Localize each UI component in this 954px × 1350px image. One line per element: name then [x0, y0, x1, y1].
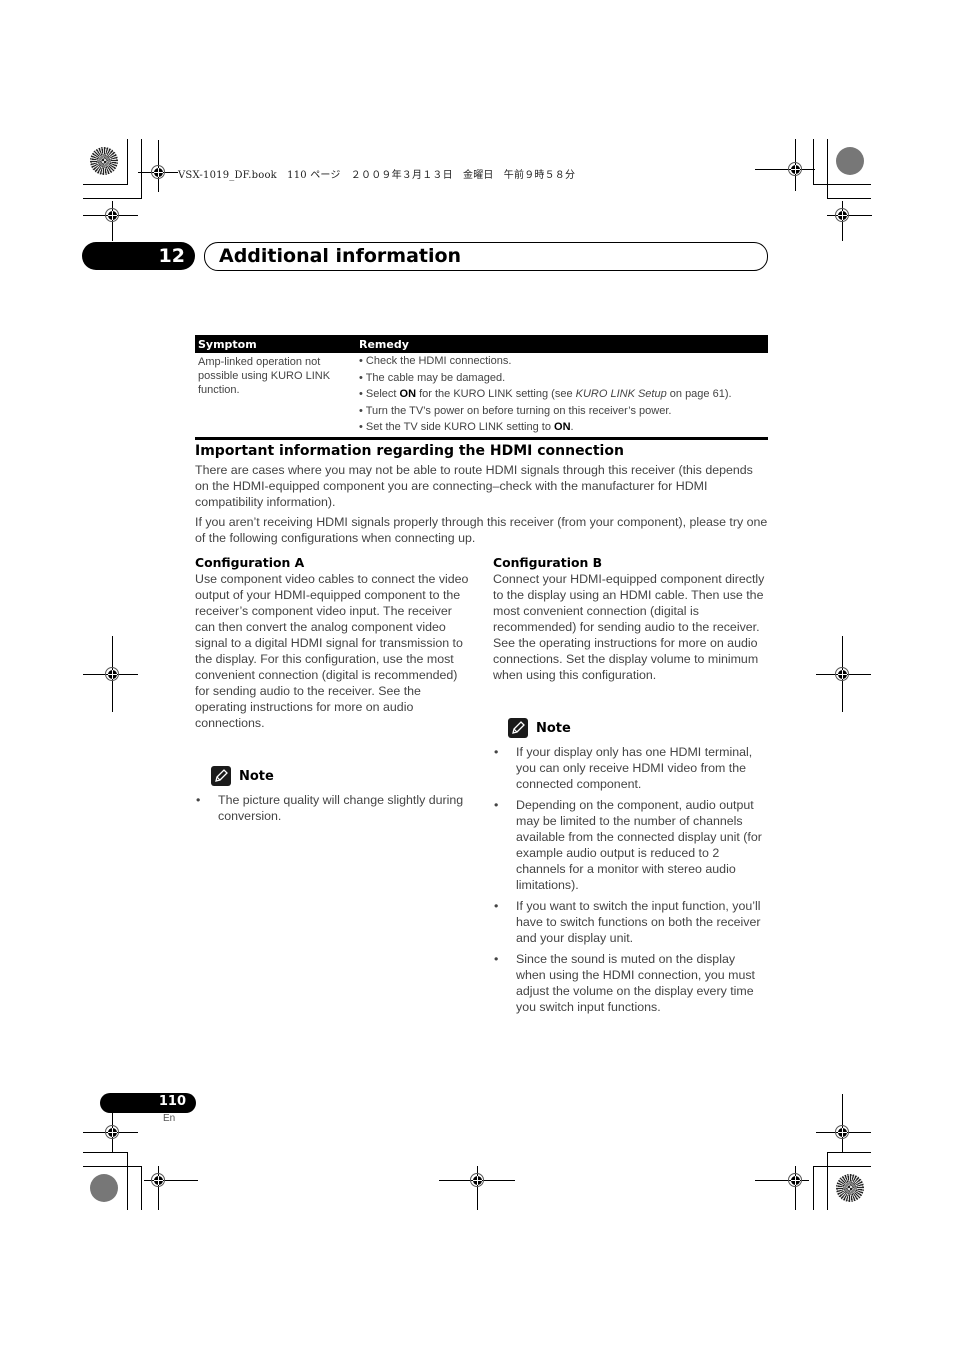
- page-language: En: [163, 1113, 176, 1124]
- remedy-text: on page 61).: [666, 388, 732, 400]
- note-item: Depending on the component, audio output…: [494, 797, 768, 893]
- remedy-item: • The cable may be damaged.: [359, 370, 765, 387]
- print-file-info: VSX-1019_DF.book 110 ページ ２００９年３月１３日 金曜日 …: [178, 170, 576, 181]
- color-target-icon: [90, 147, 118, 175]
- remedy-text: ON: [399, 388, 417, 400]
- chapter-number-badge: 12: [82, 242, 195, 270]
- intro-paragraph: There are cases where you may not be abl…: [195, 463, 753, 509]
- section-title: Important information regarding the HDMI…: [195, 443, 624, 459]
- chapter-number: 12: [158, 245, 185, 267]
- remedy-text: for the KURO LINK setting (see: [416, 388, 576, 400]
- config-a-note-heading: Note: [211, 766, 274, 786]
- chapter-title: Additional information: [219, 245, 462, 267]
- remedy-text: KURO LINK Setup: [575, 388, 667, 400]
- table-bottom-rule: [195, 437, 768, 440]
- gray-target-icon: [90, 1174, 118, 1202]
- note-label: Note: [536, 720, 571, 736]
- remedy-text: ON: [554, 421, 571, 433]
- remedy-text: • Turn the TV’s power on before turning …: [359, 404, 672, 417]
- page-number-badge: 110: [100, 1093, 196, 1113]
- note-label: Note: [239, 768, 274, 784]
- note-item: Since the sound is muted on the display …: [494, 951, 768, 1015]
- note-item: The picture quality will change slightly…: [196, 792, 468, 824]
- symptom-cell: Amp-linked operation not possible using …: [198, 356, 331, 396]
- remedy-cell: • Check the HDMI connections. • The cable…: [356, 353, 768, 436]
- remedy-text: • Set the TV side KURO LINK setting to: [359, 421, 555, 433]
- color-target-icon: [836, 1174, 864, 1202]
- table-row: Amp-linked operation not possible using …: [195, 353, 768, 436]
- note-item: If you want to switch the input function…: [494, 898, 768, 946]
- remedy-text: • The cable may be damaged.: [359, 371, 506, 384]
- remedy-text: .: [570, 421, 574, 433]
- remedy-item: • Select ON for the KURO LINK setting (s…: [359, 386, 765, 403]
- pencil-note-icon: [508, 718, 528, 738]
- table-header-row: Symptom Remedy: [195, 335, 768, 353]
- config-b-body: Connect your HDMI-equipped component dir…: [493, 572, 765, 682]
- column-header-remedy: Remedy: [356, 335, 768, 353]
- remedy-item: • Turn the TV’s power on before turning …: [359, 403, 765, 420]
- remedy-text: • Check the HDMI connections.: [359, 355, 512, 367]
- config-a-title: Configuration A: [195, 555, 305, 570]
- config-b-notes: If your display only has one HDMI termin…: [494, 744, 768, 1020]
- config-b-title: Configuration B: [493, 555, 603, 570]
- remedy-item: • Set the TV side KURO LINK setting to O…: [359, 419, 765, 436]
- pencil-note-icon: [211, 766, 231, 786]
- remedy-text: • Select: [359, 388, 400, 400]
- column-header-symptom: Symptom: [195, 335, 356, 353]
- intro-paragraph: If you aren’t receiving HDMI signals pro…: [195, 515, 768, 545]
- note-item: If your display only has one HDMI termin…: [494, 744, 768, 792]
- troubleshooting-table: Symptom Remedy Amp-linked operation not …: [195, 335, 768, 436]
- config-a-body: Use component video cables to connect th…: [195, 572, 469, 730]
- chapter-title-bar: Additional information: [204, 242, 768, 271]
- gray-target-icon: [836, 147, 864, 175]
- page-number: 110: [158, 1094, 186, 1109]
- config-b-note-heading: Note: [508, 718, 571, 738]
- remedy-item: • Check the HDMI connections.: [359, 353, 765, 370]
- config-a-notes: The picture quality will change slightly…: [196, 792, 468, 829]
